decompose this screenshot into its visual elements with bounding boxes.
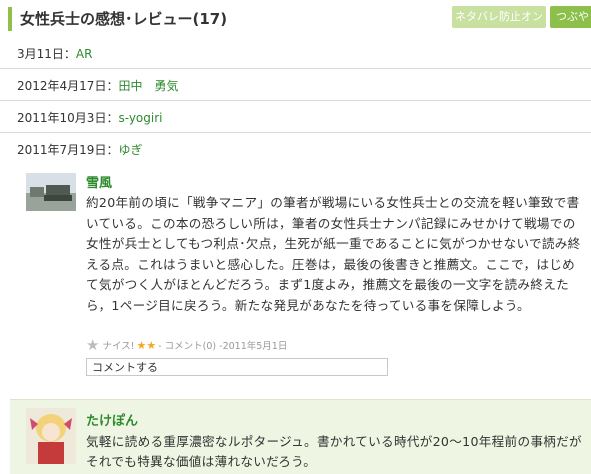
reviewer-name-link[interactable]: 雪風: [86, 172, 112, 191]
reviewer-link[interactable]: AR: [76, 47, 93, 61]
reviewer-avatar[interactable]: [26, 408, 76, 464]
reviewer-avatar[interactable]: [26, 173, 76, 211]
nice-label[interactable]: ナイス!: [102, 338, 134, 352]
review-text: 約20年前の頃に「戦争マニア」の筆者が戦場にいる女性兵士との交流を軽い筆致で書い…: [86, 195, 581, 313]
nice-star-icon[interactable]: ★: [86, 336, 99, 354]
reviewer-name-link[interactable]: たけぽん: [86, 410, 138, 429]
comment-button[interactable]: コメントする: [86, 358, 388, 376]
comment-count[interactable]: - コメント(0) -: [158, 338, 222, 352]
full-review: たけぽん 気軽に読める重厚濃密なルポタージュ。書かれている時代が20～10年程前…: [10, 399, 591, 474]
review-date: 2011年5月1日: [222, 341, 288, 352]
page-header: 女性兵士の感想･レビュー(17) ネタバレ防止オン つぶやき: [0, 0, 591, 36]
short-review-row: 2011年7月19日：ゆぎ: [0, 132, 591, 164]
spoiler-toggle-button[interactable]: ネタバレ防止オン: [452, 6, 546, 28]
short-review-row: 2012年4月17日：田中 勇気: [0, 68, 591, 101]
short-review-row: 3月11日：AR: [0, 36, 591, 69]
review-meta: ★ ナイス! ★★ - コメント(0) - 2011年5月1日: [86, 336, 287, 354]
review-date: 2011年10月3日：: [17, 111, 119, 125]
reviewer-link[interactable]: s-yogiri: [118, 111, 162, 125]
review-text: 気軽に読める重厚濃密なルポタージュ。書かれている時代が20～10年程前の事柄だが…: [86, 434, 582, 469]
review-date: 3月11日：: [17, 47, 76, 61]
page-title: 女性兵士の感想･レビュー(17): [20, 10, 228, 28]
reviewer-link[interactable]: 田中 勇気: [118, 79, 178, 93]
rating-stars: ★★: [136, 338, 157, 352]
reviewer-link[interactable]: ゆぎ: [118, 143, 142, 157]
full-review: 雪風 約20年前の頃に「戦争マニア」の筆者が戦場にいる女性兵士との交流を軽い筆致…: [0, 162, 591, 392]
review-date: 2011年7月19日：: [17, 143, 119, 157]
short-review-row: 2011年10月3日：s-yogiri: [0, 100, 591, 133]
header-accent-bar: [8, 7, 12, 31]
tweet-button[interactable]: つぶやき: [550, 6, 591, 28]
review-date: 2012年4月17日：: [17, 79, 119, 93]
